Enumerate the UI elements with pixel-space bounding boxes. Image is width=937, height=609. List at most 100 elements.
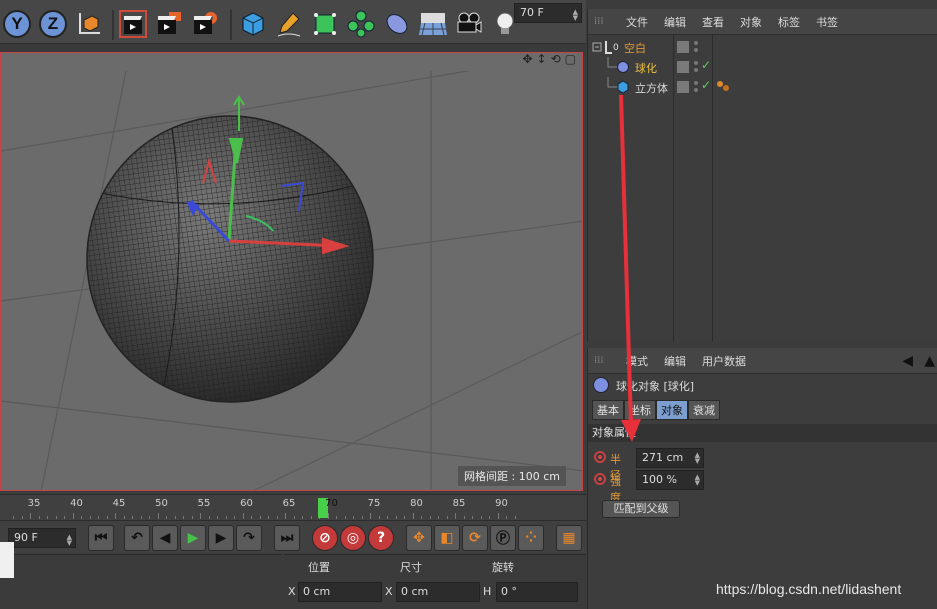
panel-grip-icon[interactable]: ⁞⁞⁞ [594, 355, 610, 366]
prev-key-button[interactable]: ↶ [124, 525, 150, 551]
timeline-tickmark [506, 516, 507, 519]
position-x-axis: X [288, 585, 296, 598]
autokey-button[interactable]: ◎ [340, 525, 366, 551]
timeline-tickmark [47, 516, 48, 519]
menu-user-data[interactable]: 用户数据 [702, 353, 746, 369]
perspective-viewport[interactable]: ✥ ↕ ⟲ ▢ 网格间距: 100 cm [0, 52, 583, 491]
enabled-check-icon[interactable]: ✓ [701, 58, 711, 72]
layer-flag[interactable] [677, 61, 689, 73]
visibility-dots[interactable] [694, 60, 698, 74]
prev-frame-button[interactable]: ◀ [152, 525, 178, 551]
next-frame-button[interactable]: ▶ [208, 525, 234, 551]
visibility-dots[interactable] [694, 40, 698, 54]
key-pla-button[interactable]: ⁘ [518, 525, 544, 551]
animate-radio-icon[interactable] [594, 451, 606, 463]
pan-view-icon[interactable]: ↕ [537, 53, 547, 72]
camera-button[interactable] [454, 9, 484, 39]
render-view-button[interactable] [118, 9, 148, 39]
tab-object[interactable]: 对象 [656, 400, 688, 420]
object-row-cube[interactable]: 立方体 ✓ [588, 77, 937, 97]
axis-z-toggle[interactable]: Z [38, 9, 68, 39]
play-button[interactable]: ▶ [180, 525, 206, 551]
rotation-h-field[interactable]: 0 ° [496, 582, 578, 602]
object-row-spherify[interactable]: 球化 ✓ [588, 57, 937, 77]
spinner-icon[interactable]: ▲ ▼ [695, 452, 700, 465]
timeline-tickmark [225, 516, 227, 519]
end-frame-field[interactable]: 70 F ▲ ▼ [514, 3, 582, 23]
timeline-tickmark [378, 516, 380, 519]
key-parameter-button[interactable]: Ⓟ [490, 525, 516, 551]
tab-falloff[interactable]: 衰减 [688, 400, 720, 420]
timeline-tickmark [106, 516, 108, 519]
material-manager-panel [0, 554, 282, 609]
position-x-field[interactable]: 0 cm [298, 582, 382, 602]
goto-end-button[interactable]: ⏭ [274, 525, 300, 551]
timeline-tickmark [310, 516, 312, 519]
subdivision-button[interactable] [310, 9, 340, 39]
match-to-parent-button[interactable]: 匹配到父级 [602, 500, 680, 518]
key-rotation-button[interactable]: ⟳ [462, 525, 488, 551]
rotate-key-icon: ⟳ [469, 530, 481, 546]
object-row-null[interactable]: 0 空白 [588, 37, 937, 57]
menu-view[interactable]: 查看 [702, 14, 724, 30]
timeline-tickmark [463, 516, 465, 519]
key-scale-button[interactable]: ◧ [434, 525, 460, 551]
menu-edit[interactable]: 编辑 [664, 353, 686, 369]
material-preview-swatch[interactable] [0, 542, 14, 578]
axis-y-toggle[interactable]: Y [2, 9, 32, 39]
timeline-tick-label: 90 [495, 498, 508, 509]
param-radius-field[interactable]: 271 cm ▲ ▼ [636, 448, 704, 468]
tab-basic[interactable]: 基本 [592, 400, 624, 420]
material-tag-icon[interactable] [716, 79, 730, 93]
menu-file[interactable]: 文件 [626, 14, 648, 30]
key-position-button[interactable]: ✥ [406, 525, 432, 551]
up-arrow-icon[interactable]: ▲ [924, 353, 935, 369]
deformer-button[interactable] [382, 9, 412, 39]
world-coordinates-button[interactable] [74, 9, 104, 39]
timeline-tickmark [234, 516, 235, 519]
animate-radio-icon[interactable] [594, 473, 606, 485]
floor-scene-button[interactable] [418, 9, 448, 39]
maximize-view-icon[interactable]: ▢ [565, 53, 576, 72]
panel-grip-icon[interactable]: ⁞⁞⁞ [594, 16, 610, 27]
goto-start-button[interactable]: ⏮ [88, 525, 114, 551]
render-picture-queue-icon [158, 12, 181, 34]
layer-flag[interactable] [677, 41, 689, 53]
rotate-view-icon[interactable]: ⟲ [551, 53, 561, 72]
render-queue-button[interactable] [154, 9, 184, 39]
menu-objects[interactable]: 对象 [740, 14, 762, 30]
pen-spline-icon [277, 12, 301, 37]
record-key-button[interactable]: ⊘ [312, 525, 338, 551]
axis-z-label: Z [39, 10, 67, 38]
keyframe-selection-button[interactable]: ? [368, 525, 394, 551]
back-arrow-icon[interactable]: ◀ [902, 353, 913, 369]
layer-flag[interactable] [677, 81, 689, 93]
deformer-icon [386, 14, 408, 34]
enabled-check-icon[interactable]: ✓ [701, 78, 711, 92]
cloner-button[interactable] [346, 9, 376, 39]
timeline-tick-label: 55 [197, 498, 211, 509]
param-strength-field[interactable]: 100 % ▲ ▼ [636, 470, 704, 490]
grid-spacing-label: 网格间距 : 100 cm [458, 466, 566, 486]
render-settings-button[interactable] [190, 9, 220, 39]
menu-tags[interactable]: 标签 [778, 14, 800, 30]
next-key-button[interactable]: ↷ [236, 525, 262, 551]
cube-object-button[interactable] [238, 9, 268, 39]
tab-coordinates[interactable]: 坐标 [624, 400, 656, 420]
timeline-ruler[interactable]: 35404550556065707580859070 [0, 494, 586, 520]
visibility-dots[interactable] [694, 80, 698, 94]
main-toolbar: Y Z [0, 0, 586, 44]
spinner-icon[interactable]: ▲ ▼ [695, 474, 700, 487]
timeline-tickmark [446, 516, 448, 519]
size-x-field[interactable]: 0 cm [396, 582, 480, 602]
timeline-tickmark [149, 516, 150, 519]
scheme-button[interactable]: ▦ [556, 525, 582, 551]
menu-mode[interactable]: 模式 [626, 353, 648, 369]
move-view-icon[interactable]: ✥ [522, 53, 532, 72]
menu-bookmarks[interactable]: 书签 [816, 14, 838, 30]
pen-spline-button[interactable] [274, 9, 304, 39]
timeline-tickmark [353, 516, 354, 519]
menu-edit[interactable]: 编辑 [664, 14, 686, 30]
start-frame-field[interactable]: 90 F ▲ ▼ [8, 528, 76, 548]
subdivision-icon [314, 13, 336, 35]
